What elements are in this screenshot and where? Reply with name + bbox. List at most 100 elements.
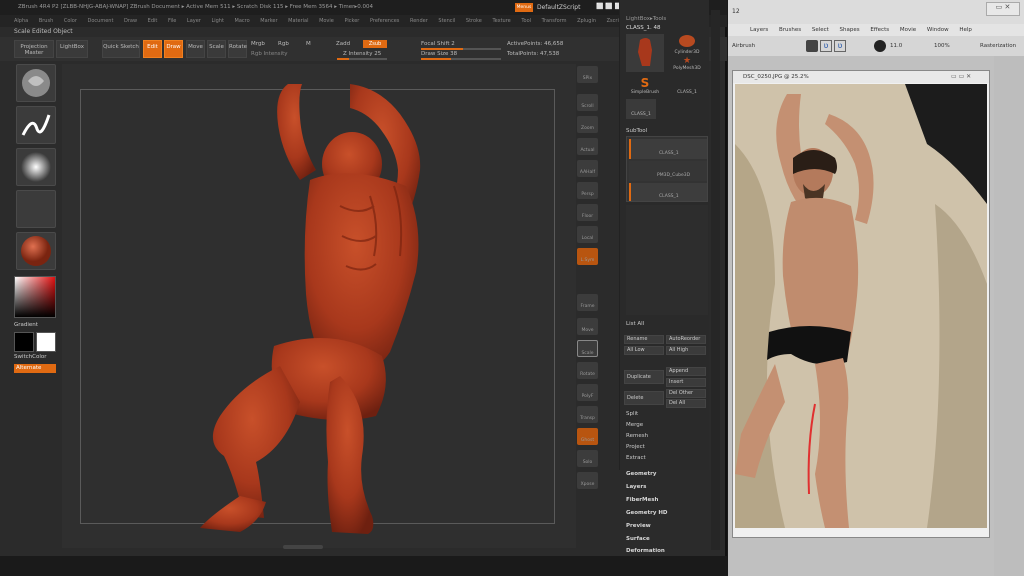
polyf-button[interactable]: PolyF [577, 384, 598, 401]
m-toggle[interactable]: M [306, 41, 311, 47]
window-controls[interactable]: ▭ ✕ [986, 2, 1020, 16]
lightbox-tools-header[interactable]: LightBox▸Tools [626, 16, 666, 22]
geometry-section[interactable]: Geometry [626, 471, 656, 477]
menu-macro[interactable]: Macro [235, 18, 250, 24]
menu-movie[interactable]: Movie [900, 27, 916, 33]
del-all-button[interactable]: Del All [666, 399, 706, 408]
remesh-button[interactable]: Remesh [626, 433, 648, 439]
local-button[interactable]: Local [577, 226, 598, 243]
default-zscript-button[interactable]: DefaultZScript [537, 3, 580, 12]
frame-button[interactable]: Frame [577, 294, 598, 311]
menu-effects[interactable]: Effects [870, 27, 889, 33]
move-mode-button[interactable]: Move [186, 40, 205, 58]
menu-stencil[interactable]: Stencil [438, 18, 455, 24]
switch-color-button[interactable]: SwitchColor [14, 354, 47, 360]
secondary-color-swatch[interactable] [36, 332, 56, 352]
all-low-button[interactable]: All Low [624, 346, 664, 355]
duplicate-button[interactable]: Duplicate [624, 370, 664, 384]
menu-window[interactable]: Window [927, 27, 949, 33]
insert-button[interactable]: Insert [666, 378, 706, 387]
brush-preset-icon[interactable] [806, 40, 818, 52]
menu-layers[interactable]: Layers [750, 27, 768, 33]
reference-photo[interactable] [735, 84, 987, 528]
aahalf-button[interactable]: AAHalf [577, 160, 598, 177]
menu-zplugin[interactable]: Zplugin [577, 18, 596, 24]
scale-view-button[interactable]: Scale [577, 340, 598, 357]
tool-thumb-simplebrush[interactable]: S SimpleBrush [626, 76, 664, 98]
menus-toggle-button[interactable]: Menus [515, 3, 533, 12]
menu-shapes[interactable]: Shapes [840, 27, 860, 33]
lightbox-button[interactable]: LightBox [56, 40, 88, 58]
deformation-section[interactable]: Deformation [626, 548, 665, 554]
solo-button[interactable]: Solo [577, 450, 598, 467]
menu-marker[interactable]: Marker [260, 18, 277, 24]
menu-alpha[interactable]: Alpha [14, 18, 28, 24]
persp-button[interactable]: Persp [577, 182, 598, 199]
canvas-scroll-handle[interactable] [283, 545, 323, 549]
focal-shift-slider[interactable]: Focal Shift 2 [421, 41, 455, 47]
opacity-value[interactable]: 100% [934, 43, 950, 49]
surface-section[interactable]: Surface [626, 536, 650, 542]
brush-selector[interactable] [16, 64, 56, 102]
rename-button[interactable]: Rename [624, 335, 664, 344]
menu-brush[interactable]: Brush [39, 18, 53, 24]
subtool-item[interactable]: PM3D_Cube3D [629, 161, 707, 181]
subtool-item[interactable]: CLASS_1 [629, 139, 707, 159]
fibermesh-section[interactable]: FiberMesh [626, 497, 658, 503]
actual-button[interactable]: Actual [577, 138, 598, 155]
delete-button[interactable]: Delete [624, 391, 664, 405]
mrgb-toggle[interactable]: Mrgb [251, 41, 265, 47]
menu-edit[interactable]: Edit [148, 18, 158, 24]
subtool-item[interactable]: CLASS_1 [629, 183, 707, 201]
zadd-toggle[interactable]: Zadd [336, 41, 350, 47]
airbrush-alt-icon[interactable]: ʋ [834, 40, 846, 52]
material-selector[interactable] [16, 232, 56, 270]
geometry-hd-section[interactable]: Geometry HD [626, 510, 668, 516]
main-color-swatch[interactable] [14, 332, 34, 352]
subtool-header[interactable]: SubTool [626, 128, 647, 134]
list-all-button[interactable]: List All [626, 321, 644, 327]
menu-color[interactable]: Color [64, 18, 77, 24]
menu-movie[interactable]: Movie [319, 18, 334, 24]
color-picker[interactable] [14, 276, 56, 318]
texture-selector[interactable] [16, 190, 56, 228]
draw-size-slider[interactable]: Draw Size 38 [421, 51, 457, 57]
projection-master-button[interactable]: Projection Master [14, 40, 54, 58]
auto-reorder-button[interactable]: AutoReorder [666, 335, 706, 344]
menu-light[interactable]: Light [211, 18, 223, 24]
del-other-button[interactable]: Del Other [666, 389, 706, 398]
z-intensity-track[interactable] [337, 58, 387, 60]
split-button[interactable]: Split [626, 411, 638, 417]
edit-mode-button[interactable]: Edit [143, 40, 162, 58]
zoom-button[interactable]: Zoom [577, 116, 598, 133]
rotate-mode-button[interactable]: Rotate [228, 40, 247, 58]
menu-draw[interactable]: Draw [124, 18, 137, 24]
stroke-selector[interactable] [16, 106, 56, 144]
lsym-button[interactable]: L.Sym [577, 248, 598, 265]
alternate-button[interactable]: Alternate [14, 364, 56, 373]
menu-transform[interactable]: Transform [542, 18, 567, 24]
menu-picker[interactable]: Picker [344, 18, 359, 24]
floor-button[interactable]: Floor [577, 204, 598, 221]
quick-sketch-button[interactable]: Quick Sketch [102, 40, 140, 58]
preview-section[interactable]: Preview [626, 523, 651, 529]
rgb-intensity-slider[interactable]: Rgb Intensity [251, 51, 288, 57]
sculpt-figure[interactable] [170, 76, 450, 536]
alpha-selector[interactable] [16, 148, 56, 186]
menu-material[interactable]: Material [288, 18, 308, 24]
xpose-button[interactable]: Xpose [577, 472, 598, 489]
project-button[interactable]: Project [626, 444, 645, 450]
airbrush-icon[interactable]: ʋ [820, 40, 832, 52]
tool-thumb-class1-b[interactable]: CLASS_1 [668, 80, 706, 98]
focal-shift-track[interactable] [421, 48, 501, 50]
menu-brushes[interactable]: Brushes [779, 27, 801, 33]
tool-thumb-class1[interactable] [626, 34, 664, 72]
draw-size-track[interactable] [421, 58, 501, 60]
menu-preferences[interactable]: Preferences [370, 18, 399, 24]
rgb-toggle[interactable]: Rgb [278, 41, 289, 47]
menu-texture[interactable]: Texture [492, 18, 510, 24]
merge-button[interactable]: Merge [626, 422, 643, 428]
append-button[interactable]: Append [666, 367, 706, 376]
extract-button[interactable]: Extract [626, 455, 646, 461]
brush-tip-icon[interactable] [874, 40, 886, 52]
